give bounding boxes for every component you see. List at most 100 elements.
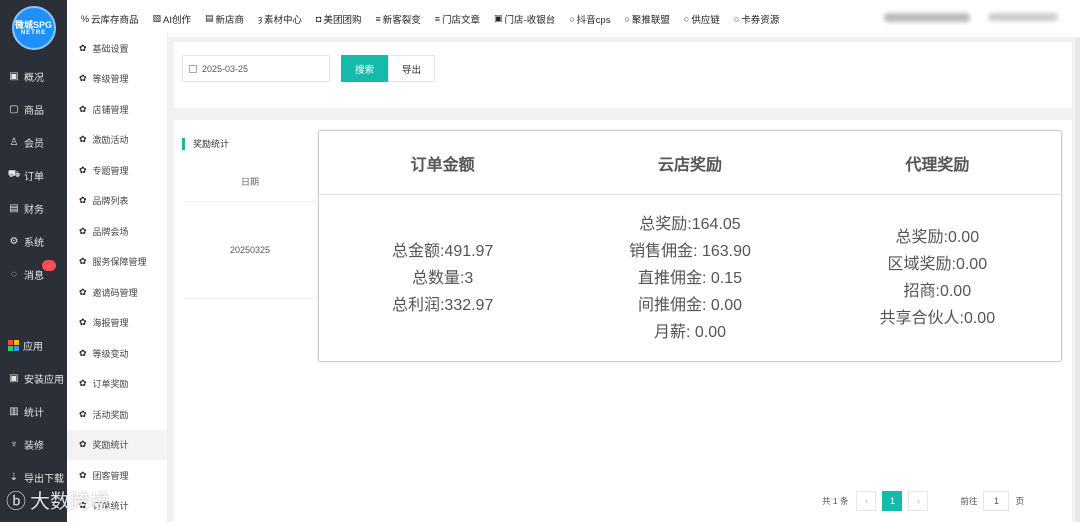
- main-sidebar: 微城SPG NETRE ▣ 概况 ▢ 商品 ♙ 会员 ⛟ 订单 ▤ 财务 ⚙ 系…: [0, 0, 67, 522]
- sidebar-item-label: 安装应用: [24, 375, 64, 386]
- stats-header-order-amount: 订单金额: [410, 156, 475, 174]
- submenu-item-level-changes[interactable]: ✿ 等级变动: [67, 338, 167, 369]
- gear-icon: ✿: [79, 347, 87, 358]
- submenu-item-brand-list[interactable]: ✿ 品牌列表: [67, 186, 167, 217]
- message-badge: ...: [42, 260, 56, 271]
- submenu-item-level-management[interactable]: ✿ 等级管理: [67, 64, 167, 95]
- prev-page-button[interactable]: ‹: [856, 491, 877, 511]
- sidebar-item-finance[interactable]: ▤ 财务: [0, 192, 67, 225]
- stat-recruitment: 招商:0.00: [903, 283, 972, 300]
- nav-item-new-customer[interactable]: ≡ 新客裂变: [375, 12, 420, 26]
- sidebar-item-decorate[interactable]: ♆ 装修: [0, 428, 67, 461]
- circle-icon: ○: [733, 13, 740, 24]
- page-jump-input[interactable]: 1: [983, 491, 1010, 511]
- sidebar-item-messages[interactable]: ◌ 消息 ...: [0, 258, 67, 291]
- sidebar-item-apps[interactable]: 应用: [0, 329, 67, 362]
- submenu-item-basic-settings[interactable]: ✿ 基础设置: [67, 33, 167, 64]
- sidebar-item-products[interactable]: ▢ 商品: [0, 93, 67, 126]
- app-logo[interactable]: 微城SPG NETRE: [11, 6, 56, 50]
- gear-icon: ✿: [79, 469, 87, 480]
- sidebar-item-system[interactable]: ⚙ 系统: [0, 225, 67, 258]
- nav-item-label: 新客裂变: [382, 14, 421, 26]
- gear-icon: ✿: [79, 439, 87, 450]
- sidebar-item-label: 应用: [23, 342, 43, 353]
- page-jump-suffix: 页: [1015, 496, 1024, 506]
- page-scrollbar[interactable]: [1075, 38, 1080, 522]
- date-picker-input[interactable]: 2025-03-25: [182, 55, 330, 82]
- dashboard-icon: ▣: [9, 71, 19, 82]
- search-button[interactable]: 搜索: [341, 55, 388, 82]
- apps-icon: [8, 340, 19, 351]
- blurred-account-info[interactable]: [988, 13, 1058, 21]
- chart-icon: ▥: [9, 406, 19, 417]
- sidebar-item-label: 系统: [24, 238, 44, 249]
- page-jump: 前往 1 页: [960, 491, 1024, 511]
- nav-item-cloud-stock[interactable]: % 云库存商品: [81, 12, 139, 26]
- export-button[interactable]: 导出: [388, 55, 435, 82]
- nav-item-label: AI创作: [163, 14, 192, 26]
- nav-item-jutui[interactable]: ○ 聚推联盟: [624, 12, 669, 26]
- submenu-item-reward-stats[interactable]: ✿ 奖励统计: [67, 429, 167, 460]
- sidebar-item-overview[interactable]: ▣ 概况: [0, 60, 67, 93]
- nav-item-cashier[interactable]: ▣ 门店-收银台: [494, 12, 555, 26]
- submenu-item-service-guarantee[interactable]: ✿ 服务保障管理: [67, 247, 167, 278]
- gear-icon: ✿: [79, 73, 87, 84]
- nav-item-meituan[interactable]: ◘ 美团团购: [316, 12, 361, 26]
- sidebar-item-label: 财务: [24, 205, 44, 216]
- submenu-item-label: 基础设置: [92, 43, 129, 54]
- submenu-item-store-management[interactable]: ✿ 店铺管理: [67, 94, 167, 125]
- material-icon: ȝ: [258, 13, 262, 24]
- gear-icon: ✿: [79, 256, 87, 267]
- nav-item-material-center[interactable]: ȝ 素材中心: [258, 12, 302, 26]
- nav-item-coupons[interactable]: ○ 卡券资源: [734, 12, 779, 26]
- sidebar-item-statistics[interactable]: ▥ 统计: [0, 395, 67, 428]
- submenu-item-posters[interactable]: ✿ 海报管理: [67, 308, 167, 339]
- nav-item-ai-create[interactable]: ▧ AI创作: [153, 12, 192, 26]
- sidebar-item-label: 消息: [24, 271, 44, 282]
- date-cell: 20250325: [229, 245, 271, 255]
- submenu-item-incentive[interactable]: ✿ 激励活动: [67, 125, 167, 156]
- submenu-item-activity-rewards[interactable]: ✿ 活动奖励: [67, 399, 167, 430]
- nav-item-label: 美团团购: [323, 14, 362, 26]
- filter-bar: 2025-03-25 搜索 导出: [174, 42, 1072, 108]
- sidebar-item-orders[interactable]: ⛟ 订单: [0, 159, 67, 192]
- download-icon: ⇣: [9, 472, 19, 483]
- gear-icon: ✿: [79, 286, 87, 297]
- nav-item-new-store[interactable]: ▤ 新店商: [205, 12, 244, 26]
- nav-item-label: 供应链: [691, 14, 720, 26]
- gear-icon: ✿: [79, 134, 87, 145]
- sidebar-item-members[interactable]: ♙ 会员: [0, 126, 67, 159]
- stat-monthly-salary: 月薪: 0.00: [653, 323, 727, 341]
- list-icon: ≡: [375, 13, 381, 24]
- nav-item-douyin-cps[interactable]: ○ 抖音cps: [569, 12, 610, 26]
- submenu-item-order-rewards[interactable]: ✿ 订单奖励: [67, 369, 167, 400]
- sidebar-item-install-apps[interactable]: ▣ 安装应用: [0, 362, 67, 395]
- main-content: 2025-03-25 搜索 导出 奖励统计 日期 20250325 订单金额 云…: [168, 38, 1080, 522]
- submenu-item-topics[interactable]: ✿ 专题管理: [67, 155, 167, 186]
- submenu-item-brand-venue[interactable]: ✿ 品牌会场: [67, 216, 167, 247]
- stats-col-cloud-store-reward: 总奖励:164.05 销售佣金: 163.90 直推佣金: 0.15 间推佣金:…: [566, 195, 813, 361]
- nav-item-store-articles[interactable]: ≡ 门店文章: [435, 12, 480, 26]
- submenu-item-label: 品牌列表: [92, 196, 129, 207]
- submenu-item-invite-codes[interactable]: ✿ 邀请码管理: [67, 277, 167, 308]
- nav-item-label: 卡券资源: [741, 14, 780, 26]
- submenu-item-label: 团客管理: [92, 470, 129, 481]
- stat-region-reward: 区域奖励:0.00: [887, 256, 988, 273]
- submenu-item-label: 店铺管理: [92, 104, 129, 115]
- submenu-item-label: 活动奖励: [92, 409, 129, 420]
- sidebar-item-label: 统计: [24, 408, 44, 419]
- date-column-header: 日期: [184, 162, 316, 202]
- nav-item-supply-chain[interactable]: ○ 供应链: [684, 12, 720, 26]
- sidebar-item-label: 概况: [24, 73, 44, 84]
- percent-icon: %: [81, 13, 90, 24]
- gear-icon: ✿: [79, 42, 87, 53]
- next-page-button[interactable]: ›: [908, 491, 929, 511]
- stat-sales-commission: 销售佣金: 163.90: [629, 242, 751, 260]
- gear-icon: ✿: [79, 378, 87, 389]
- current-page-button[interactable]: 1: [882, 491, 903, 511]
- watermark: ⓑ 大数跨境: [6, 485, 110, 514]
- nav-item-label: 新店商: [215, 14, 245, 26]
- section-title: 奖励统计: [182, 138, 229, 150]
- submenu-item-label: 等级变动: [92, 348, 129, 359]
- stat-total-amount: 总金额:491.97: [391, 242, 494, 260]
